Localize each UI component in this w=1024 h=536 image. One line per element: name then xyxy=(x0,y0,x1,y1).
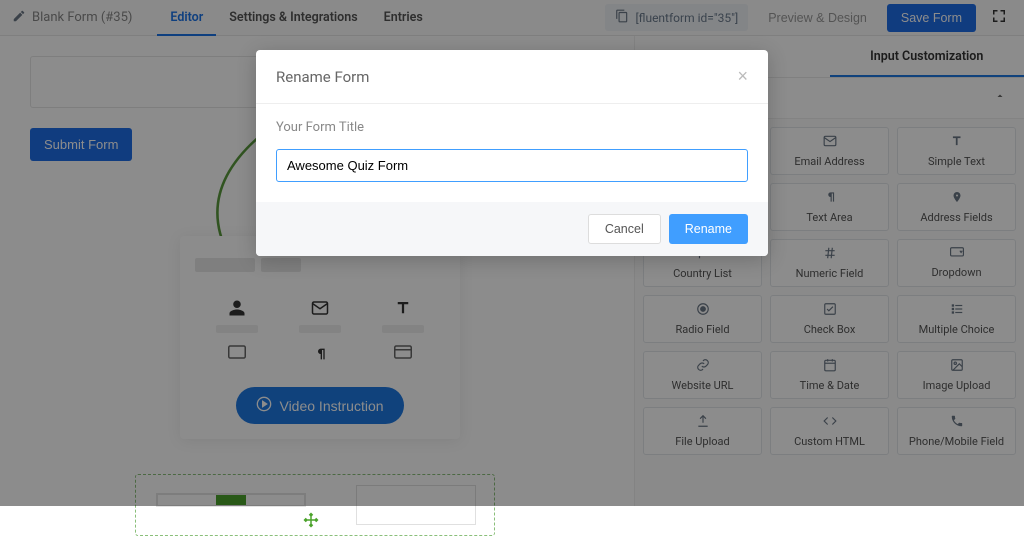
form-title-input[interactable] xyxy=(276,149,748,182)
rename-button[interactable]: Rename xyxy=(669,214,748,244)
modal-title: Rename Form xyxy=(276,68,369,86)
modal-overlay[interactable]: Rename Form × Your Form Title Cancel Ren… xyxy=(0,0,1024,506)
close-icon[interactable]: × xyxy=(737,66,748,87)
modal-input-label: Your Form Title xyxy=(276,120,748,135)
rename-form-modal: Rename Form × Your Form Title Cancel Ren… xyxy=(256,50,768,256)
cancel-button[interactable]: Cancel xyxy=(588,214,661,244)
